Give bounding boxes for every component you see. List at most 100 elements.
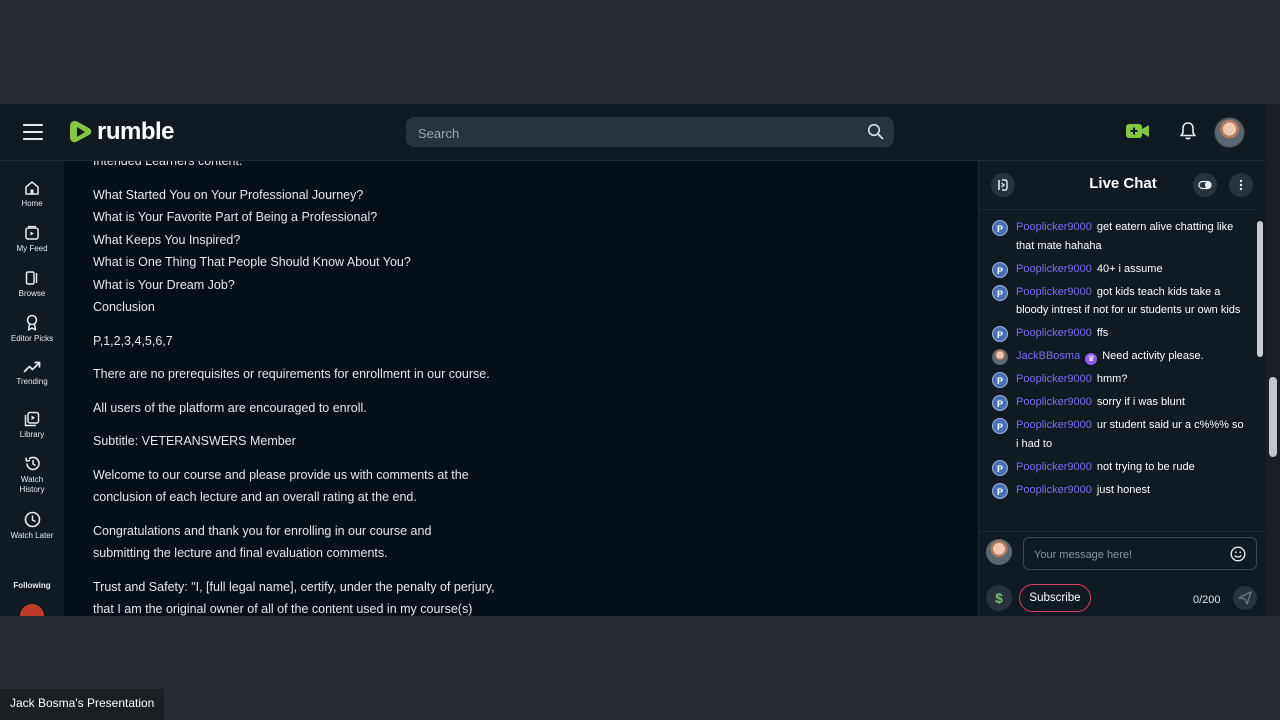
search-bar[interactable] [406, 117, 894, 149]
chat-header: Live Chat [979, 161, 1267, 207]
chat-message: P Pooplicker9000 40+ i assume [979, 260, 1254, 279]
chat-username[interactable]: Pooplicker9000 [1016, 221, 1092, 233]
nav-label-library: Library [19, 430, 45, 439]
nav-item-editor-picks[interactable]: Editor Picks [0, 314, 64, 344]
rumble-app: rumble Home My Feed Browse Editor Picks [0, 104, 1280, 616]
chat-message: JackBBosma ♛ Need activity please. [979, 347, 1254, 366]
chat-compose [979, 531, 1267, 572]
question-1: What Started You on Your Professional Jo… [93, 187, 364, 202]
menu-icon[interactable] [23, 124, 43, 140]
user-avatar-letter: P [992, 418, 1008, 434]
nav-item-watch-history[interactable]: Watch History [0, 455, 64, 495]
chat-message: P Pooplicker9000 just honest [979, 481, 1254, 500]
chat-text: sorry if i was blunt [1096, 396, 1185, 408]
user-avatar-letter: P [992, 372, 1008, 388]
more-vertical-icon [1239, 179, 1243, 191]
nav-label-browse: Browse [18, 289, 46, 298]
nav-label-editor-picks: Editor Picks [10, 334, 54, 343]
nav-item-home[interactable]: Home [0, 180, 64, 209]
chat-text: Need activity please. [1102, 350, 1204, 362]
chat-message: P Pooplicker9000 not trying to be rude [979, 458, 1254, 477]
chat-message: P Pooplicker9000 sorry if i was blunt [979, 393, 1254, 412]
user-avatar-letter: P [992, 261, 1008, 278]
user-avatar[interactable] [1214, 117, 1245, 148]
welcome-line-1: Welcome to our course and please provide… [93, 467, 469, 482]
nav-label-watch-history: Watch History [19, 475, 45, 494]
presentation-caption: Jack Bosma's Presentation [0, 689, 165, 720]
nav-label-home: Home [21, 199, 43, 208]
chat-username[interactable]: Pooplicker9000 [1016, 396, 1092, 408]
chat-scroll-thumb[interactable] [1257, 221, 1263, 357]
left-navigation: Home My Feed Browse Editor Picks Trendin… [0, 161, 64, 616]
page-scroll-thumb[interactable] [1269, 377, 1277, 457]
user-avatar-letter: P [992, 326, 1008, 342]
clock-icon [24, 511, 40, 528]
subtitle-text: Subtitle: VETERANSWERS Member [93, 434, 296, 448]
emoji-icon[interactable] [1230, 546, 1246, 562]
question-5: What is Your Dream Job? [93, 277, 235, 292]
nav-item-library[interactable]: Library [0, 411, 64, 440]
trending-icon [23, 361, 41, 373]
logo-text: rumble [97, 118, 175, 145]
chat-message-box[interactable] [1023, 537, 1257, 571]
chat-scrollbar[interactable] [1254, 209, 1266, 523]
chat-message-input[interactable] [1032, 538, 1231, 571]
nav-item-browse[interactable]: Browse [0, 270, 64, 299]
followed-channel-avatar[interactable] [20, 604, 44, 616]
award-ribbon-icon [26, 314, 38, 331]
chat-text: ffs [1096, 327, 1109, 339]
nav-item-trending[interactable]: Trending [0, 360, 64, 387]
chat-username[interactable]: Pooplicker9000 [1016, 373, 1092, 385]
rumble-play-icon [70, 121, 92, 143]
question-3: What Keeps You Inspired? [93, 232, 241, 247]
subscribe-button[interactable]: Subscribe [1019, 584, 1091, 612]
chat-text: just honest [1096, 483, 1151, 496]
chat-username[interactable]: JackBBosma [1016, 350, 1080, 362]
trust-line-1: Trust and Safety: "I, [full legal name],… [93, 579, 495, 594]
congrats-line-1: Congratulations and thank you for enroll… [93, 523, 432, 538]
nav-label-watch-later: Watch Later [10, 531, 54, 540]
chat-messages: P Pooplicker9000 get eatern alive chatting… [979, 209, 1254, 524]
search-input[interactable] [416, 117, 850, 149]
top-bar: rumble [0, 104, 1266, 161]
browse-icon [25, 271, 38, 285]
home-icon [25, 181, 39, 195]
enroll-text: All users of the platform are encouraged… [93, 400, 367, 415]
trust-line-2: that I am the original owner of all of t… [93, 602, 473, 616]
send-icon [1238, 591, 1252, 605]
chat-username[interactable]: Pooplicker9000 [1016, 461, 1092, 473]
chat-username[interactable]: Pooplicker9000 [1016, 286, 1092, 298]
welcome-line-2: conclusion of each lecture and an overal… [93, 490, 417, 504]
chat-footer: $ Subscribe 0/200 [979, 575, 1267, 616]
sequence-text: P,1,2,3,4,5,6,7 [93, 333, 173, 348]
rumble-logo[interactable]: rumble [69, 118, 175, 146]
chat-options-button[interactable] [1229, 173, 1253, 197]
chat-text: hmm? [1096, 373, 1128, 385]
chat-username[interactable]: Pooplicker9000 [1016, 327, 1092, 339]
library-icon [24, 411, 40, 427]
go-live-camera-icon[interactable] [1126, 122, 1150, 140]
send-button[interactable] [1233, 586, 1257, 610]
search-icon[interactable] [867, 123, 884, 140]
feed-icon [25, 225, 39, 240]
live-chat-panel: Live Chat P Pooplicker9000 get eatern aliv… [978, 161, 1267, 616]
user-avatar-letter: P [992, 220, 1008, 236]
chat-message: P Pooplicker9000 hmm? [979, 370, 1254, 389]
user-avatar-letter: P [992, 459, 1008, 476]
nav-item-my-feed[interactable]: My Feed [0, 225, 64, 254]
page-scrollbar[interactable] [1266, 104, 1280, 616]
chat-mode-toggle[interactable] [1193, 173, 1217, 197]
chat-message: P Pooplicker9000 ur student said ur a c%%%… [979, 416, 1254, 453]
notifications-bell-icon[interactable] [1178, 121, 1198, 141]
nav-item-watch-later[interactable]: Watch Later [0, 511, 64, 541]
chat-username[interactable]: Pooplicker9000 [1016, 484, 1092, 496]
following-heading: Following [13, 581, 51, 590]
chat-message: P Pooplicker9000 ffs [979, 324, 1254, 343]
chat-username[interactable]: Pooplicker9000 [1016, 419, 1092, 431]
congrats-line-2: submitting the lecture and final evaluat… [93, 546, 388, 560]
question-2: What is Your Favorite Part of Being a Pr… [93, 210, 378, 224]
rant-dollar-button[interactable]: $ [986, 585, 1012, 611]
char-counter: 0/200 [1193, 594, 1221, 606]
question-4: What is One Thing That People Should Kno… [93, 255, 411, 269]
chat-username[interactable]: Pooplicker9000 [1016, 263, 1092, 275]
